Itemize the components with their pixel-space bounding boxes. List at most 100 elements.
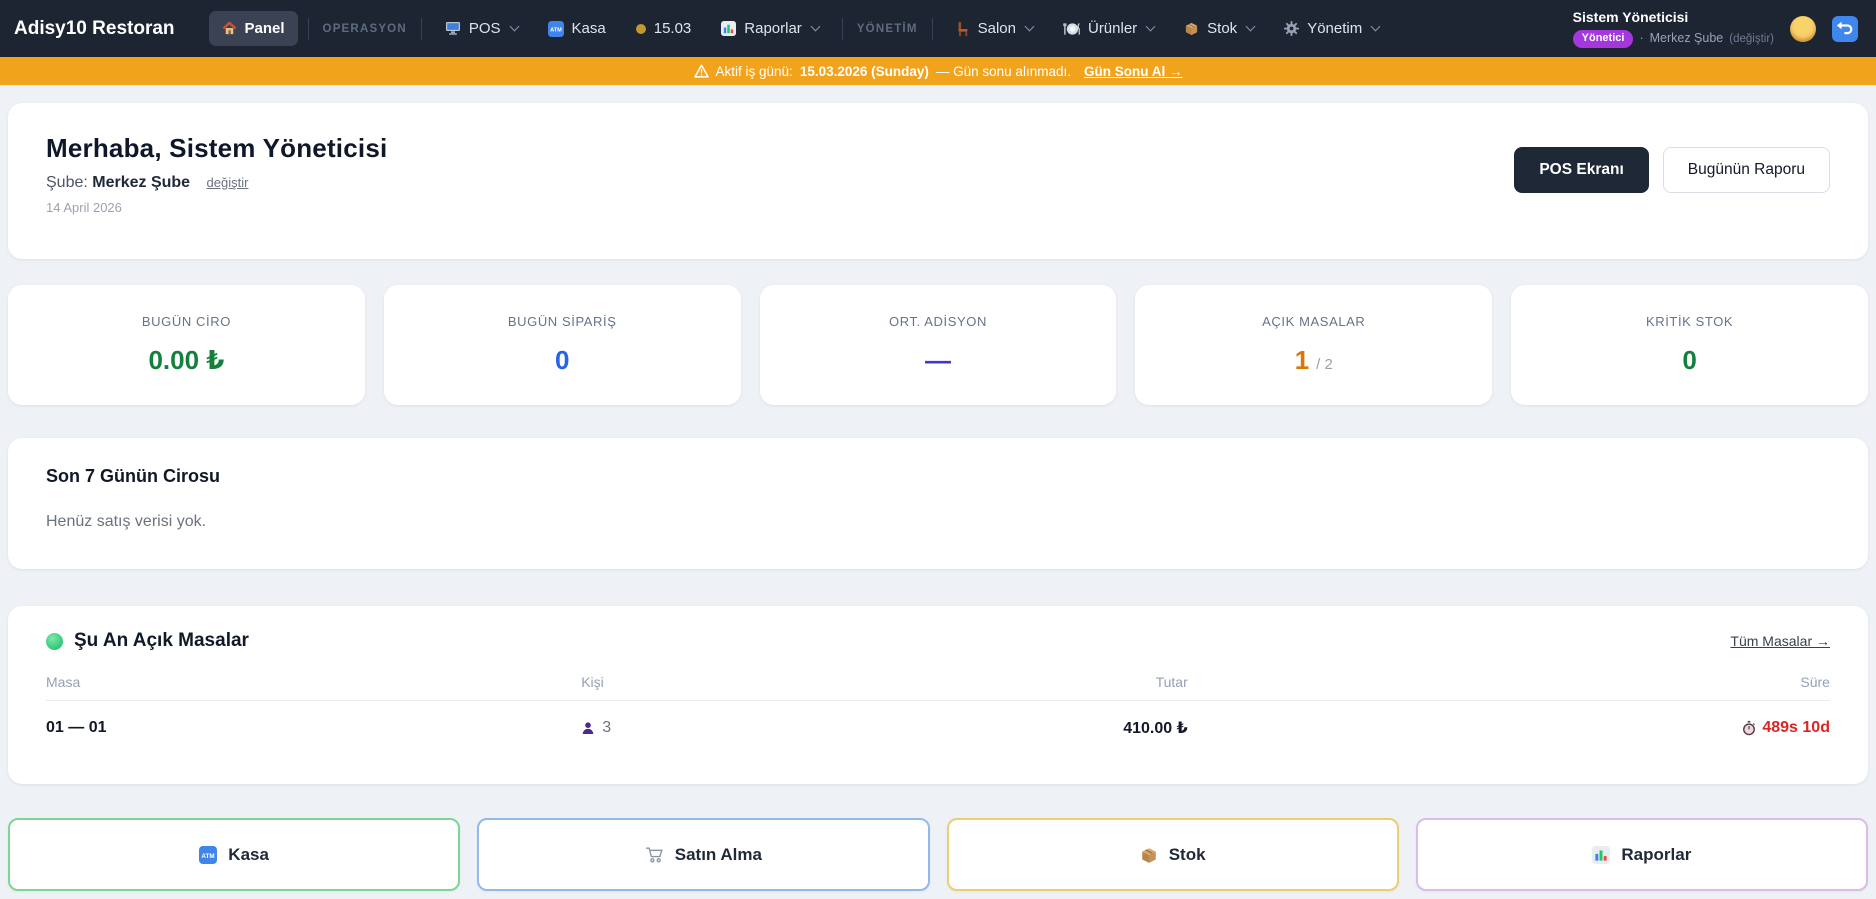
svg-text:ATM: ATM: [550, 27, 562, 33]
open-tables-title: Şu An Açık Masalar: [74, 630, 249, 651]
quick-action-label: Satın Alma: [674, 844, 762, 864]
pos-screen-button[interactable]: POS Ekranı: [1514, 147, 1649, 193]
stats-row: BUGÜN CİRO 0.00 ₺ BUGÜN SİPARİŞ 0 ORT. A…: [8, 285, 1868, 405]
nav-separator: [420, 17, 422, 40]
nav-separator: [841, 17, 843, 40]
home-icon: [222, 21, 237, 36]
stat-label: BUGÜN CİRO: [141, 314, 231, 329]
stat-value: 1 / 2: [1294, 345, 1333, 375]
nav-item-stok[interactable]: Stok: [1171, 11, 1267, 46]
quick-action-label: Raporlar: [1621, 844, 1692, 864]
nav-item-label: Salon: [977, 20, 1016, 37]
nav-separator: [931, 17, 933, 40]
column-header-tutar: Tutar: [1155, 674, 1188, 690]
chevron-down-icon: [1145, 21, 1156, 32]
column-header-kisi: Kişi: [581, 674, 604, 690]
nav-item-panel[interactable]: Panel: [208, 11, 298, 46]
welcome-card: Merhaba, Sistem Yöneticisi Şube: Merkez …: [8, 103, 1868, 259]
branch-name: Merkez Şube: [92, 174, 191, 191]
stat-label: ORT. ADİSYON: [889, 314, 987, 329]
chair-icon: [956, 21, 970, 37]
branch-label: Şube:: [46, 174, 88, 191]
logout-icon[interactable]: [1832, 15, 1858, 42]
quick-action-stok[interactable]: Stok: [946, 818, 1399, 891]
table-row[interactable]: 01 — 01 3 410.00 ₺ 489s 10d: [46, 701, 1830, 738]
banner-date: 15.03.2026 (Sunday): [799, 63, 929, 79]
chart-empty-state: Henüz satış verisi yok.: [46, 513, 207, 530]
nav-item-label: Kasa: [571, 20, 606, 37]
role-badge: Yönetici: [1572, 29, 1634, 48]
stat-card-kritik-stok: KRİTİK STOK 0: [1511, 285, 1868, 405]
chevron-down-icon: [509, 21, 519, 32]
branch-change-link[interactable]: (değiştir): [1729, 32, 1774, 46]
stat-label: KRİTİK STOK: [1645, 314, 1734, 329]
stat-suffix: / 2: [1316, 356, 1333, 373]
current-date: 14 April 2026: [46, 200, 122, 215]
quick-action-satin-alma[interactable]: Satın Alma: [477, 818, 930, 891]
atm-icon: ATM: [547, 20, 564, 37]
svg-text:ATM: ATM: [202, 852, 215, 859]
stat-value: 0: [1682, 345, 1697, 375]
nav-item-urunler[interactable]: Ürünler: [1050, 11, 1167, 46]
table-header-row: Masa Kişi Tutar Süre: [46, 674, 1830, 701]
quick-action-kasa[interactable]: ATM Kasa: [8, 818, 461, 891]
warning-icon: [693, 64, 709, 78]
all-tables-link[interactable]: Tüm Masalar →: [1730, 633, 1830, 649]
user-branch: Merkez Şube: [1649, 30, 1724, 45]
user-avatar[interactable]: [1790, 15, 1816, 42]
table-cell-tutar: 410.00 ₺: [1123, 720, 1188, 737]
cart-icon: [645, 846, 664, 863]
nav-items: Panel OPERASYON POS ATM Kasa 15.03 Rapor…: [208, 11, 1573, 46]
box-icon: [1184, 21, 1199, 36]
nav-user-area: Sistem Yöneticisi Yönetici · Merkez Şube…: [1572, 9, 1862, 48]
nav-item-label: Ürünler: [1087, 20, 1138, 37]
end-of-day-link[interactable]: Gün Sonu Al →: [1084, 64, 1183, 79]
stat-card-ciro: BUGÜN CİRO 0.00 ₺: [8, 285, 365, 405]
stat-label: BUGÜN SİPARİŞ: [507, 314, 617, 329]
box-icon: [1140, 846, 1158, 864]
nav-item-label: Stok: [1207, 20, 1238, 37]
nav-item-business-day[interactable]: 15.03: [623, 11, 705, 46]
nav-item-yonetim[interactable]: Yönetim: [1271, 11, 1392, 46]
nav-separator: [307, 17, 309, 40]
user-name: Sistem Yöneticisi: [1572, 9, 1689, 26]
nav-item-salon[interactable]: Salon: [943, 11, 1046, 46]
quick-actions-row: ATM Kasa Satın Alma Stok Raporlar: [8, 818, 1868, 891]
stat-card-adisyon: ORT. ADİSYON —: [759, 285, 1117, 405]
pos-monitor-icon: [445, 21, 461, 36]
banner-prefix: Aktif iş günü:: [715, 63, 793, 79]
todays-report-button[interactable]: Bugünün Raporu: [1662, 147, 1830, 193]
stat-label: AÇIK MASALAR: [1262, 314, 1366, 329]
bar-chart-icon: [721, 21, 737, 36]
stopwatch-icon: [1742, 720, 1756, 736]
table-cell-kisi: 3: [581, 719, 1045, 737]
change-branch-link[interactable]: değiştir: [207, 175, 249, 190]
nav-section-yonetim: YÖNETİM: [856, 22, 918, 35]
stat-value: —: [924, 345, 951, 375]
chevron-down-icon: [1024, 21, 1035, 32]
bar-chart-icon: [1592, 845, 1611, 864]
welcome-text: Merhaba, Sistem Yöneticisi Şube: Merkez …: [46, 133, 387, 229]
chart-title: Son 7 Günün Cirosu: [46, 466, 220, 486]
banner-suffix: — Gün sonu alınmadı.: [935, 63, 1071, 79]
stat-card-acik-masalar: AÇIK MASALAR 1 / 2: [1135, 285, 1493, 405]
nav-section-operasyon: OPERASYON: [322, 22, 407, 35]
open-tables-card: Şu An Açık Masalar Tüm Masalar → Masa Ki…: [8, 606, 1868, 784]
stat-value: 0: [554, 345, 570, 375]
chevron-down-icon: [810, 21, 821, 32]
chevron-down-icon: [1245, 21, 1256, 32]
page-title: Merhaba, Sistem Yöneticisi: [46, 133, 388, 163]
stat-value: 0.00 ₺: [148, 345, 225, 375]
revenue-chart-card: Son 7 Günün Cirosu Henüz satış verisi yo…: [8, 438, 1868, 569]
nav-item-label: Raporlar: [744, 20, 802, 37]
user-info: Sistem Yöneticisi Yönetici · Merkez Şube…: [1572, 9, 1774, 48]
separator-dot: ·: [1639, 30, 1644, 45]
nav-item-label: 15.03: [653, 20, 692, 37]
nav-item-kasa[interactable]: ATM Kasa: [535, 11, 619, 46]
nav-item-label: Panel: [244, 20, 285, 37]
nav-item-raporlar[interactable]: Raporlar: [708, 11, 832, 46]
chevron-down-icon: [1370, 21, 1381, 32]
atm-icon: ATM: [199, 845, 218, 864]
nav-item-pos[interactable]: POS: [432, 11, 531, 46]
quick-action-raporlar[interactable]: Raporlar: [1415, 818, 1868, 891]
